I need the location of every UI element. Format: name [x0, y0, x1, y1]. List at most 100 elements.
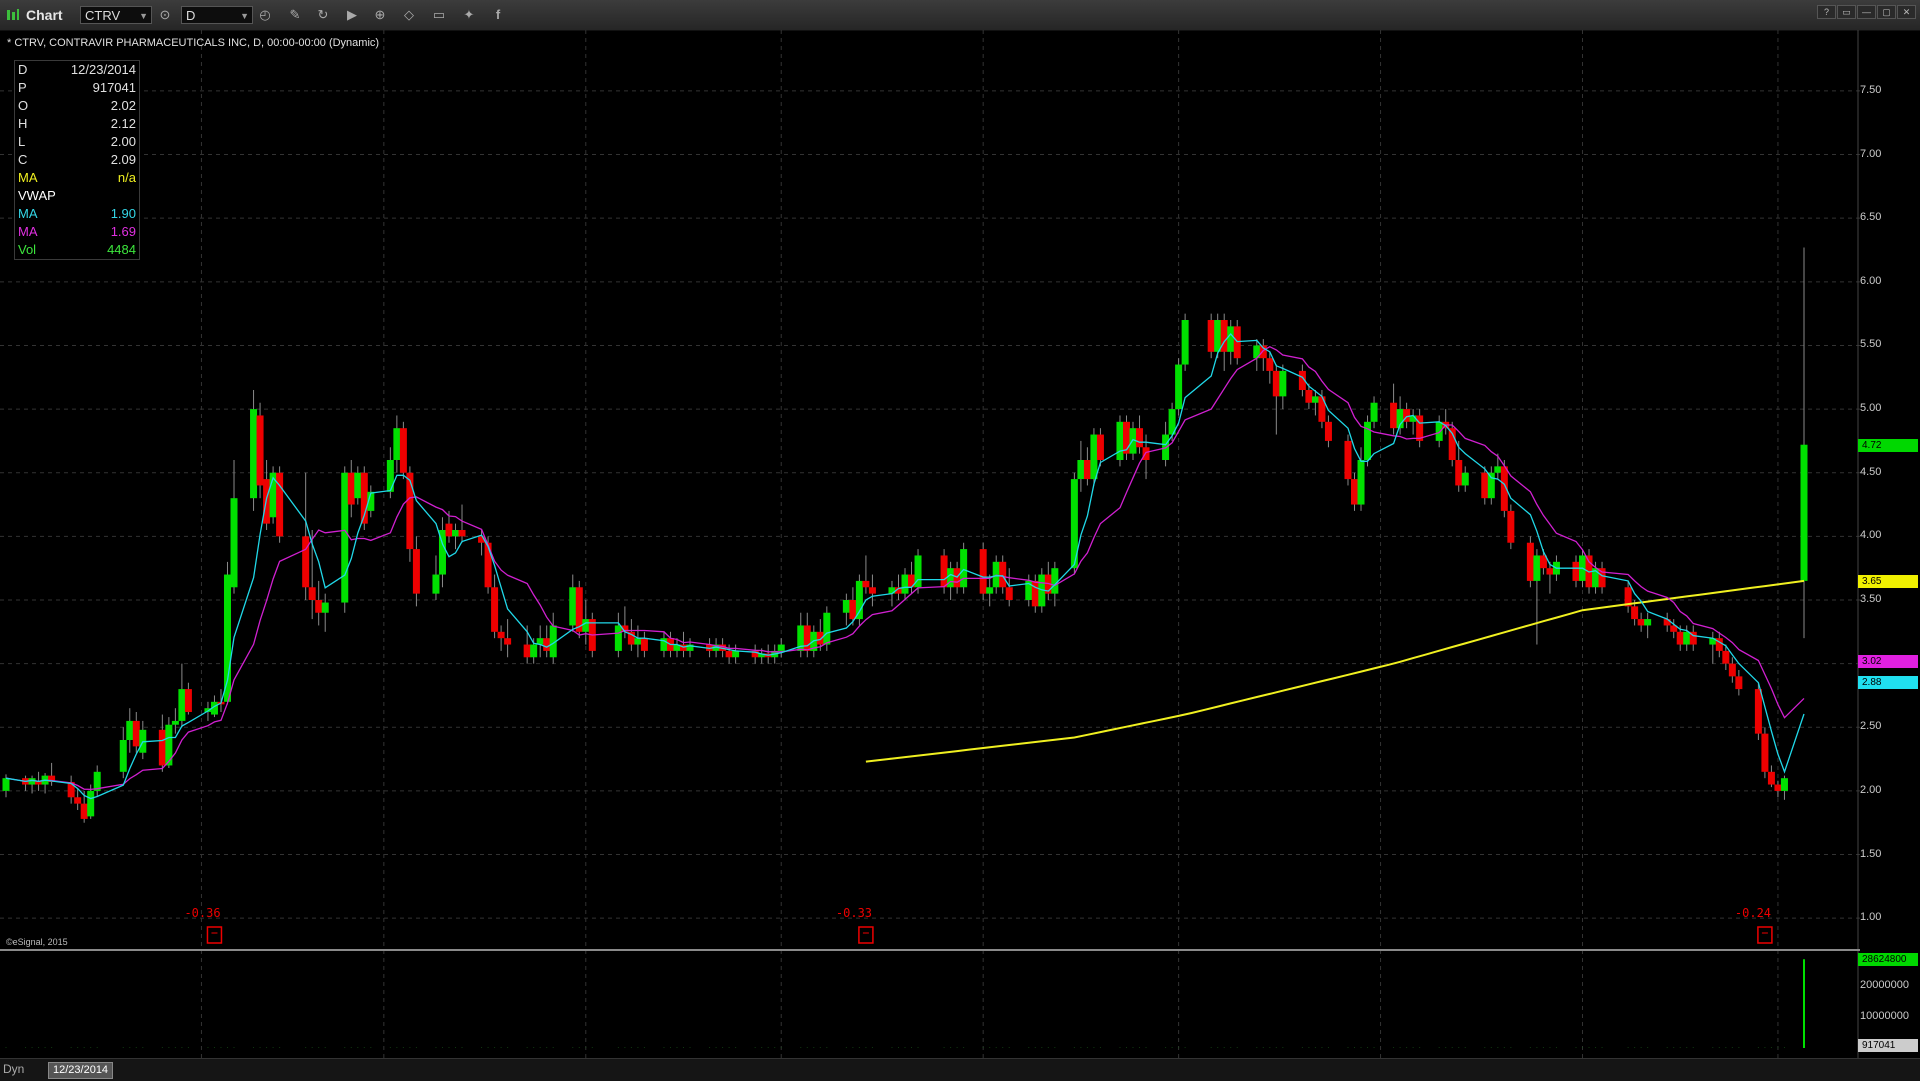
- candle-body: [1272, 370, 1280, 397]
- candle-body: [1800, 444, 1808, 581]
- candle-body: [250, 409, 258, 499]
- clock-icon[interactable]: ◴: [256, 6, 274, 24]
- twitter-icon[interactable]: ✦: [460, 6, 478, 24]
- y-tick-label: 2.50: [1860, 720, 1882, 733]
- cursor-date-box[interactable]: 12/23/2014: [48, 1062, 114, 1079]
- candle-body: [347, 472, 355, 505]
- data-window-value: 12/23/2014: [70, 62, 136, 77]
- candle-body: [947, 568, 955, 588]
- data-window-label: MA: [18, 206, 38, 221]
- candle-body: [230, 498, 238, 588]
- candle-body: [986, 587, 994, 594]
- y-tick-label: 1.00: [1860, 911, 1882, 924]
- candle-body: [1142, 447, 1150, 460]
- maximize-button[interactable]: ▢: [1877, 5, 1896, 19]
- refresh-icon[interactable]: ↻: [314, 6, 332, 24]
- candle-body: [1461, 472, 1469, 486]
- dynamic-mode-label[interactable]: Dyn: [3, 1062, 24, 1076]
- candle-body: [862, 580, 870, 588]
- candle-body: [119, 740, 127, 772]
- data-window-row: MA n/a: [15, 169, 139, 187]
- candle-body: [171, 720, 179, 725]
- data-window-value: 2.12: [110, 116, 136, 131]
- price-tag: 4.72: [1858, 438, 1918, 452]
- candle-body: [1351, 479, 1358, 505]
- minimize-button[interactable]: —: [1857, 5, 1876, 19]
- tag-icon[interactable]: ◇: [400, 6, 418, 24]
- symbol-input[interactable]: CTRV ▼: [80, 6, 152, 24]
- candle-body: [1324, 421, 1332, 441]
- candle-body: [1370, 402, 1378, 422]
- candle-body: [1318, 396, 1326, 422]
- data-window-value: 1.90: [110, 206, 136, 221]
- candle-body: [855, 580, 863, 620]
- candle-body: [1780, 778, 1788, 791]
- candle-body: [1116, 421, 1124, 460]
- data-window-label: H: [18, 116, 28, 131]
- candle-body: [302, 536, 310, 588]
- candle-body: [406, 472, 414, 550]
- y-tick-label: 5.50: [1860, 338, 1882, 351]
- y-tick-label: 2.00: [1860, 783, 1882, 796]
- candle-body: [940, 555, 948, 588]
- data-window-row: MA 1.69: [15, 223, 139, 241]
- grid-lines: [0, 30, 1860, 1058]
- interval-input[interactable]: D ▼: [181, 6, 253, 24]
- candle-body: [823, 612, 831, 645]
- candle-body: [80, 803, 88, 819]
- data-window-label: Vol: [18, 242, 37, 257]
- comment-icon[interactable]: ▭: [430, 6, 448, 24]
- candle-body: [1494, 466, 1502, 473]
- data-window-value: 2.02: [110, 98, 136, 113]
- play-icon[interactable]: ▶: [343, 6, 361, 24]
- candle-body: [412, 549, 420, 594]
- candle-body: [497, 631, 505, 639]
- candle-body: [725, 650, 733, 658]
- y-tick-label: 4.50: [1860, 465, 1882, 478]
- data-window-row: O 2.02: [15, 97, 139, 115]
- candle-body: [484, 542, 492, 588]
- interval-value: D: [186, 8, 196, 23]
- candle-body: [1676, 631, 1684, 645]
- candle-body: [1683, 631, 1691, 645]
- facebook-icon[interactable]: f: [489, 6, 507, 24]
- close-button[interactable]: ✕: [1897, 5, 1916, 19]
- candle-body: [74, 797, 82, 804]
- chart-canvas[interactable]: [0, 30, 1920, 1058]
- candle-body: [2, 778, 10, 791]
- link-icon[interactable]: ⊙: [156, 6, 174, 24]
- data-window: D 12/23/2014 P 917041 O 2.02 H 2.12 L 2.00 C 2.09 MA…: [14, 60, 140, 260]
- candle-body: [1644, 619, 1652, 626]
- candle-body: [1735, 676, 1743, 690]
- data-window-row: H 2.12: [15, 115, 139, 133]
- candle-body: [1546, 568, 1554, 575]
- y-tick-label: 4.00: [1860, 529, 1882, 542]
- candle-body: [582, 619, 590, 632]
- help-button[interactable]: ?: [1817, 5, 1836, 19]
- earnings-icon: [1757, 926, 1773, 944]
- data-window-label: MA: [18, 170, 38, 185]
- candle-body: [354, 472, 362, 499]
- data-window-label: C: [18, 152, 28, 167]
- price-tag: 2.88: [1858, 675, 1918, 689]
- candle-body: [614, 625, 622, 651]
- data-window-row: C 2.09: [15, 151, 139, 169]
- chart-app-icon: [7, 9, 19, 20]
- candle-body: [732, 650, 740, 658]
- candle-body: [1181, 320, 1189, 365]
- candle-body: [640, 638, 648, 651]
- candle-body: [1663, 619, 1671, 626]
- data-window-label: P: [18, 80, 27, 95]
- data-window-label: MA: [18, 224, 38, 239]
- candle-body: [1227, 326, 1235, 352]
- candle-body: [1533, 555, 1541, 581]
- candle-body: [1090, 434, 1098, 480]
- copyright-text: ©eSignal, 2015: [6, 937, 68, 947]
- candle-body: [1572, 561, 1580, 581]
- candle-body: [849, 600, 857, 620]
- candle-body: [1526, 542, 1534, 581]
- zoom-icon[interactable]: ⊕: [371, 6, 389, 24]
- pencil-icon[interactable]: ✎: [286, 6, 304, 24]
- candle-body: [960, 549, 968, 588]
- restore-panel-button[interactable]: ▭: [1837, 5, 1856, 19]
